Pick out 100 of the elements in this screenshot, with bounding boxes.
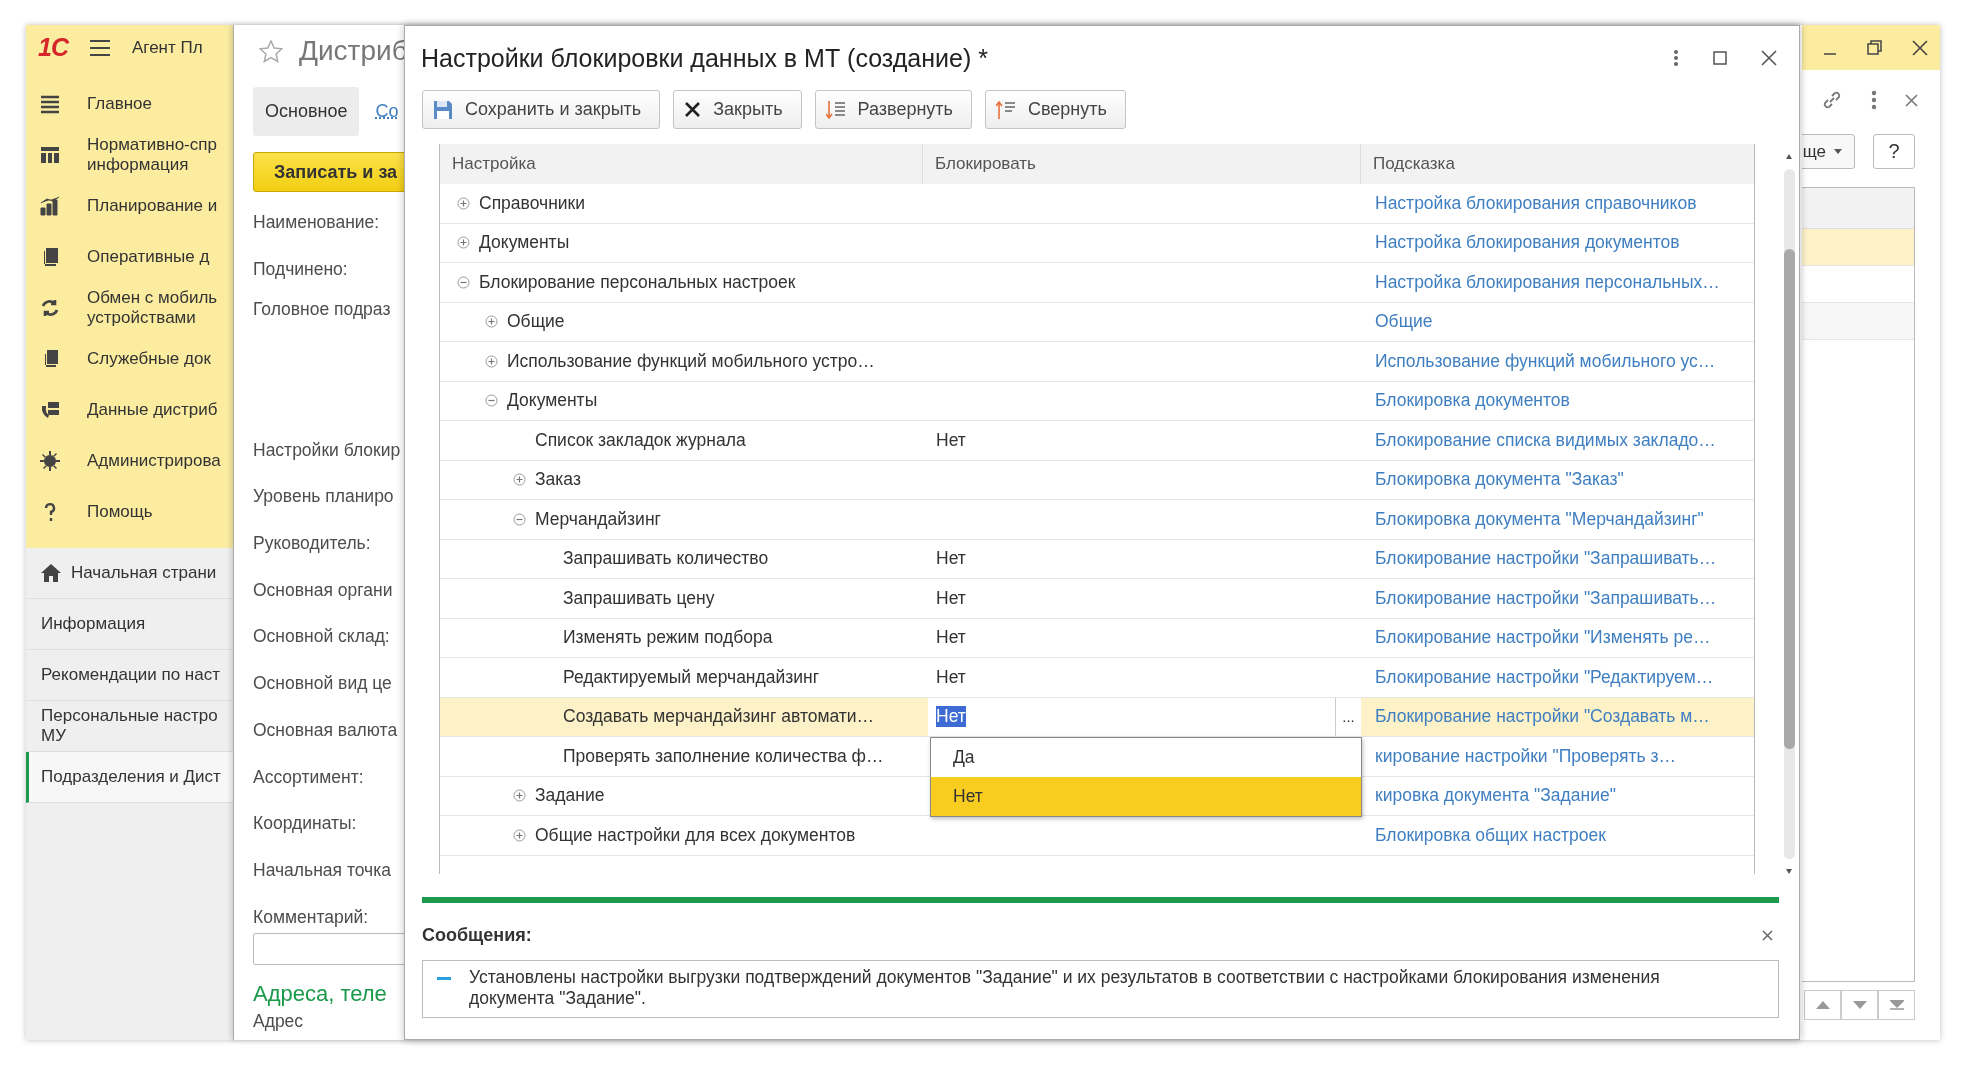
app-logo: 1С: [38, 33, 68, 62]
column-header[interactable]: Настройка: [440, 144, 923, 184]
section-title: Адреса, теле: [253, 980, 387, 1007]
sidebar-section-label: Данные дистриб: [87, 399, 218, 420]
field-label: Руководитель:: [253, 533, 372, 556]
sidebar-section[interactable]: Служебные док: [26, 333, 233, 384]
sidebar-section[interactable]: Оперативные д: [26, 231, 233, 282]
value-cell: Нет: [936, 587, 966, 609]
help-button[interactable]: ?: [1873, 134, 1915, 169]
setting-name[interactable]: Использование функций мобильного устро…: [507, 350, 875, 372]
table-row[interactable]: Мерчандайзинг Блокировка документа "Мерчандайзинг": [440, 500, 1754, 540]
hint-link[interactable]: Блокирование настройки "Изменять ре…: [1375, 627, 1711, 649]
value-cell: Нет: [936, 666, 966, 688]
sidebar-section-label: Нормативно-спр информация: [87, 134, 217, 175]
setting-name[interactable]: Общие настройки для всех документов: [535, 824, 856, 846]
setting-name[interactable]: Список закладок журнала: [535, 429, 746, 451]
hint-link[interactable]: Блокировка общих настроек: [1375, 824, 1606, 846]
sidebar-section[interactable]: Обмен с мобиль устройствами: [26, 282, 233, 333]
setting-name[interactable]: Запрашивать цену: [563, 587, 715, 609]
table-row[interactable]: Документы Настройка блокирования документов: [440, 223, 1754, 263]
open-page-label: Информация: [41, 614, 146, 634]
hint-link[interactable]: Настройка блокирования персональных…: [1375, 271, 1720, 293]
table-row[interactable]: Редактируемый мерчандайзинг Нет Блокирование настройки "Редактируем…: [440, 658, 1754, 698]
table-row[interactable]: Блокирование персональных настроек Настройка блокирования персональных…: [440, 263, 1754, 303]
sidebar-section[interactable]: Планирование и: [26, 180, 233, 231]
sidebar-section-label: Оперативные д: [87, 246, 210, 267]
hint-link[interactable]: Настройка блокирования справочников: [1375, 192, 1697, 214]
field-label: Уровень планиро: [253, 486, 395, 509]
hint-link[interactable]: Блокировка документа "Заказ": [1375, 469, 1624, 491]
close-button[interactable]: Закрыть: [673, 90, 802, 129]
hint-link[interactable]: Блокирование списка видимых закладо…: [1375, 429, 1716, 451]
field-label: Основная валюта: [253, 719, 399, 742]
setting-name[interactable]: Задание: [535, 785, 605, 807]
setting-name[interactable]: Мерчандайзинг: [535, 508, 661, 530]
table-row[interactable]: Запрашивать цену Нет Блокирование настройки "Запрашивать…: [440, 579, 1754, 619]
column-header[interactable]: Подсказка: [1361, 144, 1754, 184]
hint-link[interactable]: Использование функций мобильного ус…: [1375, 350, 1716, 372]
hint-link[interactable]: кирование настройки "Проверять з…: [1375, 745, 1677, 767]
table-row[interactable]: Справочники Настройка блокирования справочников: [440, 184, 1754, 224]
value-cell: Нет: [936, 429, 966, 451]
sidebar-section-label: Служебные док: [87, 348, 211, 369]
field-label: Ассортимент:: [253, 766, 365, 789]
open-page-tab[interactable]: Подразделения и Дист: [26, 752, 233, 803]
sidebar-section[interactable]: Администрирова: [26, 435, 233, 486]
form-tab[interactable]: Со: [375, 87, 399, 136]
field-label: Комментарий:: [253, 906, 370, 929]
setting-name[interactable]: Редактируемый мерчандайзинг: [563, 666, 820, 688]
table-row[interactable]: Запрашивать количество Нет Блокирование настройки "Запрашивать…: [440, 539, 1754, 579]
setting-name[interactable]: Создавать мерчандайзинг автомати…: [563, 706, 875, 728]
save-close-button[interactable]: Сохранить и закрыть: [422, 90, 661, 129]
messages-title: Сообщения:: [422, 925, 532, 946]
hint-link[interactable]: Блокировка документов: [1375, 390, 1570, 412]
hint-link[interactable]: Блокирование настройки "Создавать м…: [1375, 706, 1710, 728]
table-row[interactable]: Использование функций мобильного устро… Использование функций мобильного ус…: [440, 342, 1754, 382]
collapse-button[interactable]: Свернуть: [984, 90, 1126, 129]
dropdown-option[interactable]: Да: [931, 738, 1361, 777]
value-field[interactable]: Нет: [928, 697, 1335, 736]
setting-name[interactable]: Запрашивать количество: [563, 548, 769, 570]
dropdown-option[interactable]: Нет: [931, 777, 1361, 816]
open-page-label: Подразделения и Дист: [41, 767, 221, 787]
hint-link[interactable]: Блокировка документа "Мерчандайзинг": [1375, 508, 1704, 530]
table-row[interactable]: Изменять режим подбора Нет Блокирование настройки "Изменять ре…: [440, 618, 1754, 658]
field-label: Наименование:: [253, 212, 381, 234]
table-row[interactable]: Документы Блокировка документов: [440, 381, 1754, 421]
column-header[interactable]: Блокировать: [923, 144, 1361, 184]
field-label: Основной вид це: [253, 673, 393, 696]
choice-button[interactable]: ...: [1335, 697, 1361, 736]
message-text: Установлены настройки выгрузки подтверждений документов "Задание" и их результатов в соответствии с настройками блокирования изменения документа "Задание".: [469, 967, 1661, 1009]
table-row[interactable]: Общие Общие: [440, 302, 1754, 342]
expand-button[interactable]: Развернуть: [814, 90, 972, 129]
hint-link[interactable]: Настройка блокирования документов: [1375, 232, 1680, 254]
field-label: Основной склад:: [253, 626, 391, 649]
hint-link[interactable]: Общие: [1375, 311, 1433, 333]
setting-name[interactable]: Блокирование персональных настроек: [479, 271, 796, 293]
hint-link[interactable]: Блокирование настройки "Редактируем…: [1375, 666, 1714, 688]
hint-link[interactable]: Блокирование настройки "Запрашивать…: [1375, 587, 1717, 609]
setting-name[interactable]: Документы: [479, 232, 570, 254]
setting-name[interactable]: Документы: [507, 390, 598, 412]
setting-name[interactable]: Изменять режим подбора: [563, 627, 773, 649]
sidebar-section[interactable]: Помощь: [26, 486, 233, 537]
sidebar-section-label: Обмен с мобиль устройствами: [87, 287, 218, 328]
setting-name[interactable]: Справочники: [479, 192, 586, 214]
open-page-label: Персональные настро МУ: [41, 706, 218, 746]
sidebar-section-label: Администрирова: [87, 450, 221, 471]
table-row[interactable]: Список закладок журнала Нет Блокирование списка видимых закладо…: [440, 421, 1754, 461]
value-cell: Нет: [936, 548, 966, 570]
sidebar-section-label: Планирование и: [87, 195, 218, 216]
form-tab[interactable]: Основное: [253, 87, 360, 136]
sidebar-section[interactable]: Главное: [26, 78, 233, 129]
hint-link[interactable]: Блокирование настройки "Запрашивать…: [1375, 548, 1717, 570]
sidebar-section[interactable]: Данные дистриб: [26, 384, 233, 435]
form-title: Дистриб: [299, 35, 408, 67]
setting-name[interactable]: Заказ: [535, 469, 581, 491]
hint-link[interactable]: кировка документа "Задание": [1375, 785, 1616, 807]
table-row[interactable]: Заказ Блокировка документа "Заказ": [440, 460, 1754, 500]
setting-name[interactable]: Проверять заполнение количества ф…: [563, 745, 884, 767]
setting-name[interactable]: Общие: [507, 311, 565, 333]
sidebar-section[interactable]: Нормативно-спр информация: [26, 129, 233, 180]
field-label: Координаты:: [253, 813, 358, 836]
table-row[interactable]: Общие настройки для всех документов Блокировка общих настроек: [440, 816, 1754, 856]
